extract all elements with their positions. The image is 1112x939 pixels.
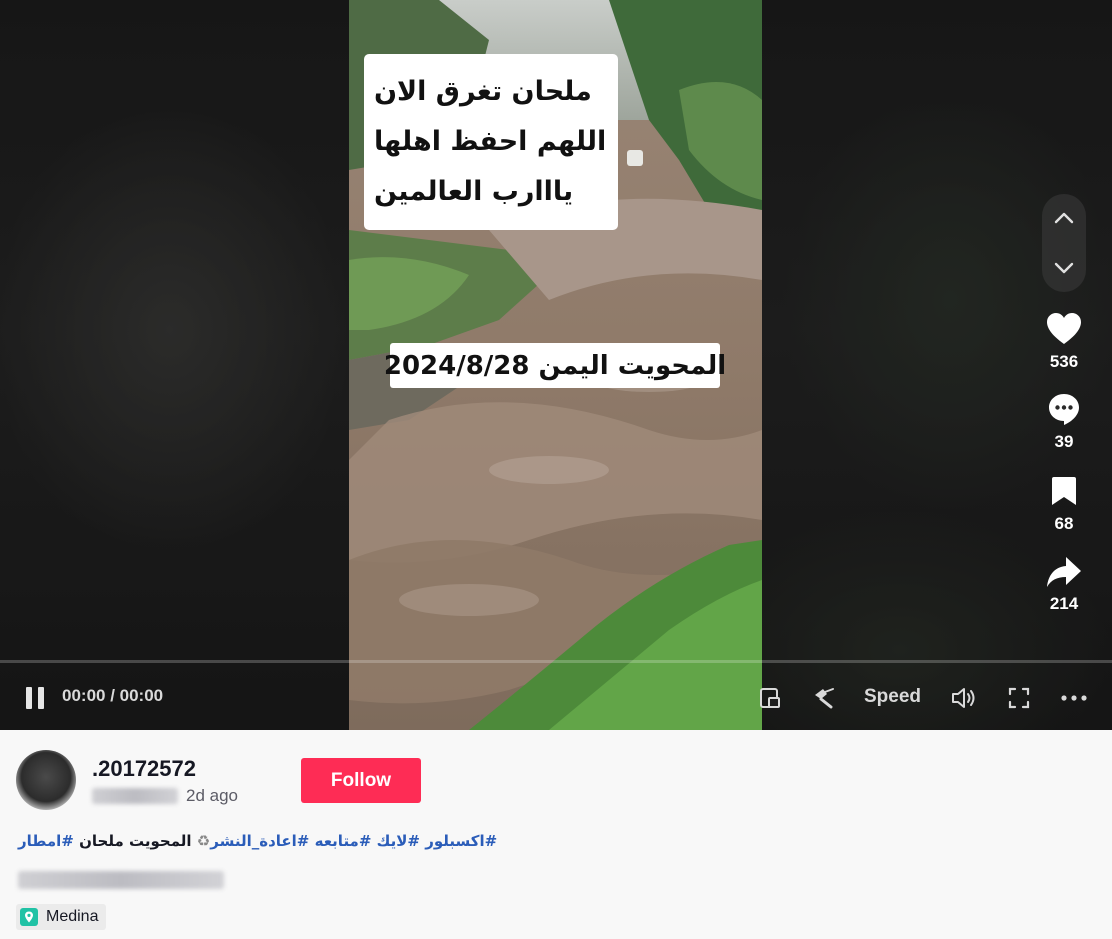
- volume-button[interactable]: [950, 684, 978, 712]
- caption-line: ملحان تغرق الان: [374, 76, 592, 107]
- progress-bar[interactable]: [0, 660, 1112, 663]
- more-dots-icon: [1061, 695, 1087, 701]
- previous-video-button[interactable]: [1042, 196, 1086, 240]
- heart-icon: [1047, 313, 1081, 344]
- comment-button[interactable]: 39: [1038, 392, 1090, 452]
- description-text: المحويت ملحان: [73, 832, 197, 850]
- post-time: 2d ago: [186, 786, 238, 805]
- time-display: 00:00 / 00:00: [62, 686, 164, 705]
- caption-line: يااارب العالمين: [374, 176, 574, 207]
- author-username[interactable]: .20172572: [92, 756, 196, 782]
- hashtag-link[interactable]: #امطار: [18, 832, 74, 850]
- avatar[interactable]: [16, 750, 76, 810]
- share-arrow-icon: [1047, 557, 1081, 587]
- share-count: 214: [1049, 594, 1079, 613]
- gesture-icon: [815, 688, 834, 709]
- save-count: 68: [1054, 514, 1074, 533]
- chevron-up-icon: [1054, 212, 1074, 224]
- video-description: #اكسبلور #لايك #متابعه #اعادة_النشر♻ الم…: [18, 832, 497, 850]
- picture-in-picture-button[interactable]: [756, 684, 784, 712]
- comment-count: 39: [1054, 432, 1074, 451]
- hashtag-link[interactable]: #اعادة_النشر: [210, 832, 309, 850]
- date-overlay-text: المحويت اليمن 2024/8/28: [383, 350, 727, 381]
- picture-in-picture-icon: [760, 688, 780, 708]
- volume-icon: [952, 688, 975, 708]
- video-caption-overlay: ملحان تغرق الان اللهم احفظ اهلها يااارب …: [364, 54, 618, 230]
- hashtag-link[interactable]: #متابعه: [315, 832, 372, 850]
- video-info-panel: .20172572 2d ago Follow #اكسبلور #لايك #…: [0, 730, 1112, 939]
- share-button[interactable]: 214: [1038, 556, 1090, 614]
- follow-button[interactable]: Follow: [301, 758, 421, 803]
- video-navigation: [1042, 194, 1086, 292]
- hashtag-link[interactable]: #لايك: [377, 832, 420, 850]
- like-button[interactable]: 536: [1038, 312, 1090, 372]
- video-player[interactable]: ملحان تغرق الان اللهم احفظ اهلها يااارب …: [0, 0, 1112, 730]
- like-count: 536: [1049, 352, 1079, 371]
- player-controls: 00:00 / 00:00 Speed: [0, 672, 1112, 722]
- pause-icon: [26, 687, 32, 709]
- next-video-button[interactable]: [1042, 246, 1086, 290]
- date-overlay: المحويت اليمن 2024/8/28: [384, 343, 726, 388]
- speed-button[interactable]: Speed: [864, 686, 921, 708]
- blurred-nickname: [92, 788, 178, 804]
- more-options-button[interactable]: [1060, 684, 1088, 712]
- author-subline: 2d ago: [92, 786, 238, 806]
- recycle-icon: ♻: [196, 832, 211, 850]
- quality-button[interactable]: [810, 684, 838, 712]
- chevron-down-icon: [1054, 262, 1074, 274]
- comment-icon: [1049, 394, 1079, 425]
- location-label: Medina: [46, 908, 99, 925]
- location-tag[interactable]: Medina: [16, 904, 107, 930]
- location-pin-icon: [20, 908, 38, 926]
- blurred-music-line: [18, 871, 224, 889]
- hashtag-link[interactable]: #اكسبلور: [425, 832, 497, 850]
- fullscreen-icon: [1008, 687, 1030, 709]
- pause-icon: [38, 687, 44, 709]
- caption-line: اللهم احفظ اهلها: [374, 126, 607, 157]
- fullscreen-button[interactable]: [1005, 684, 1033, 712]
- save-button[interactable]: 68: [1038, 476, 1090, 534]
- bookmark-icon: [1052, 477, 1076, 505]
- pause-button[interactable]: [24, 685, 50, 711]
